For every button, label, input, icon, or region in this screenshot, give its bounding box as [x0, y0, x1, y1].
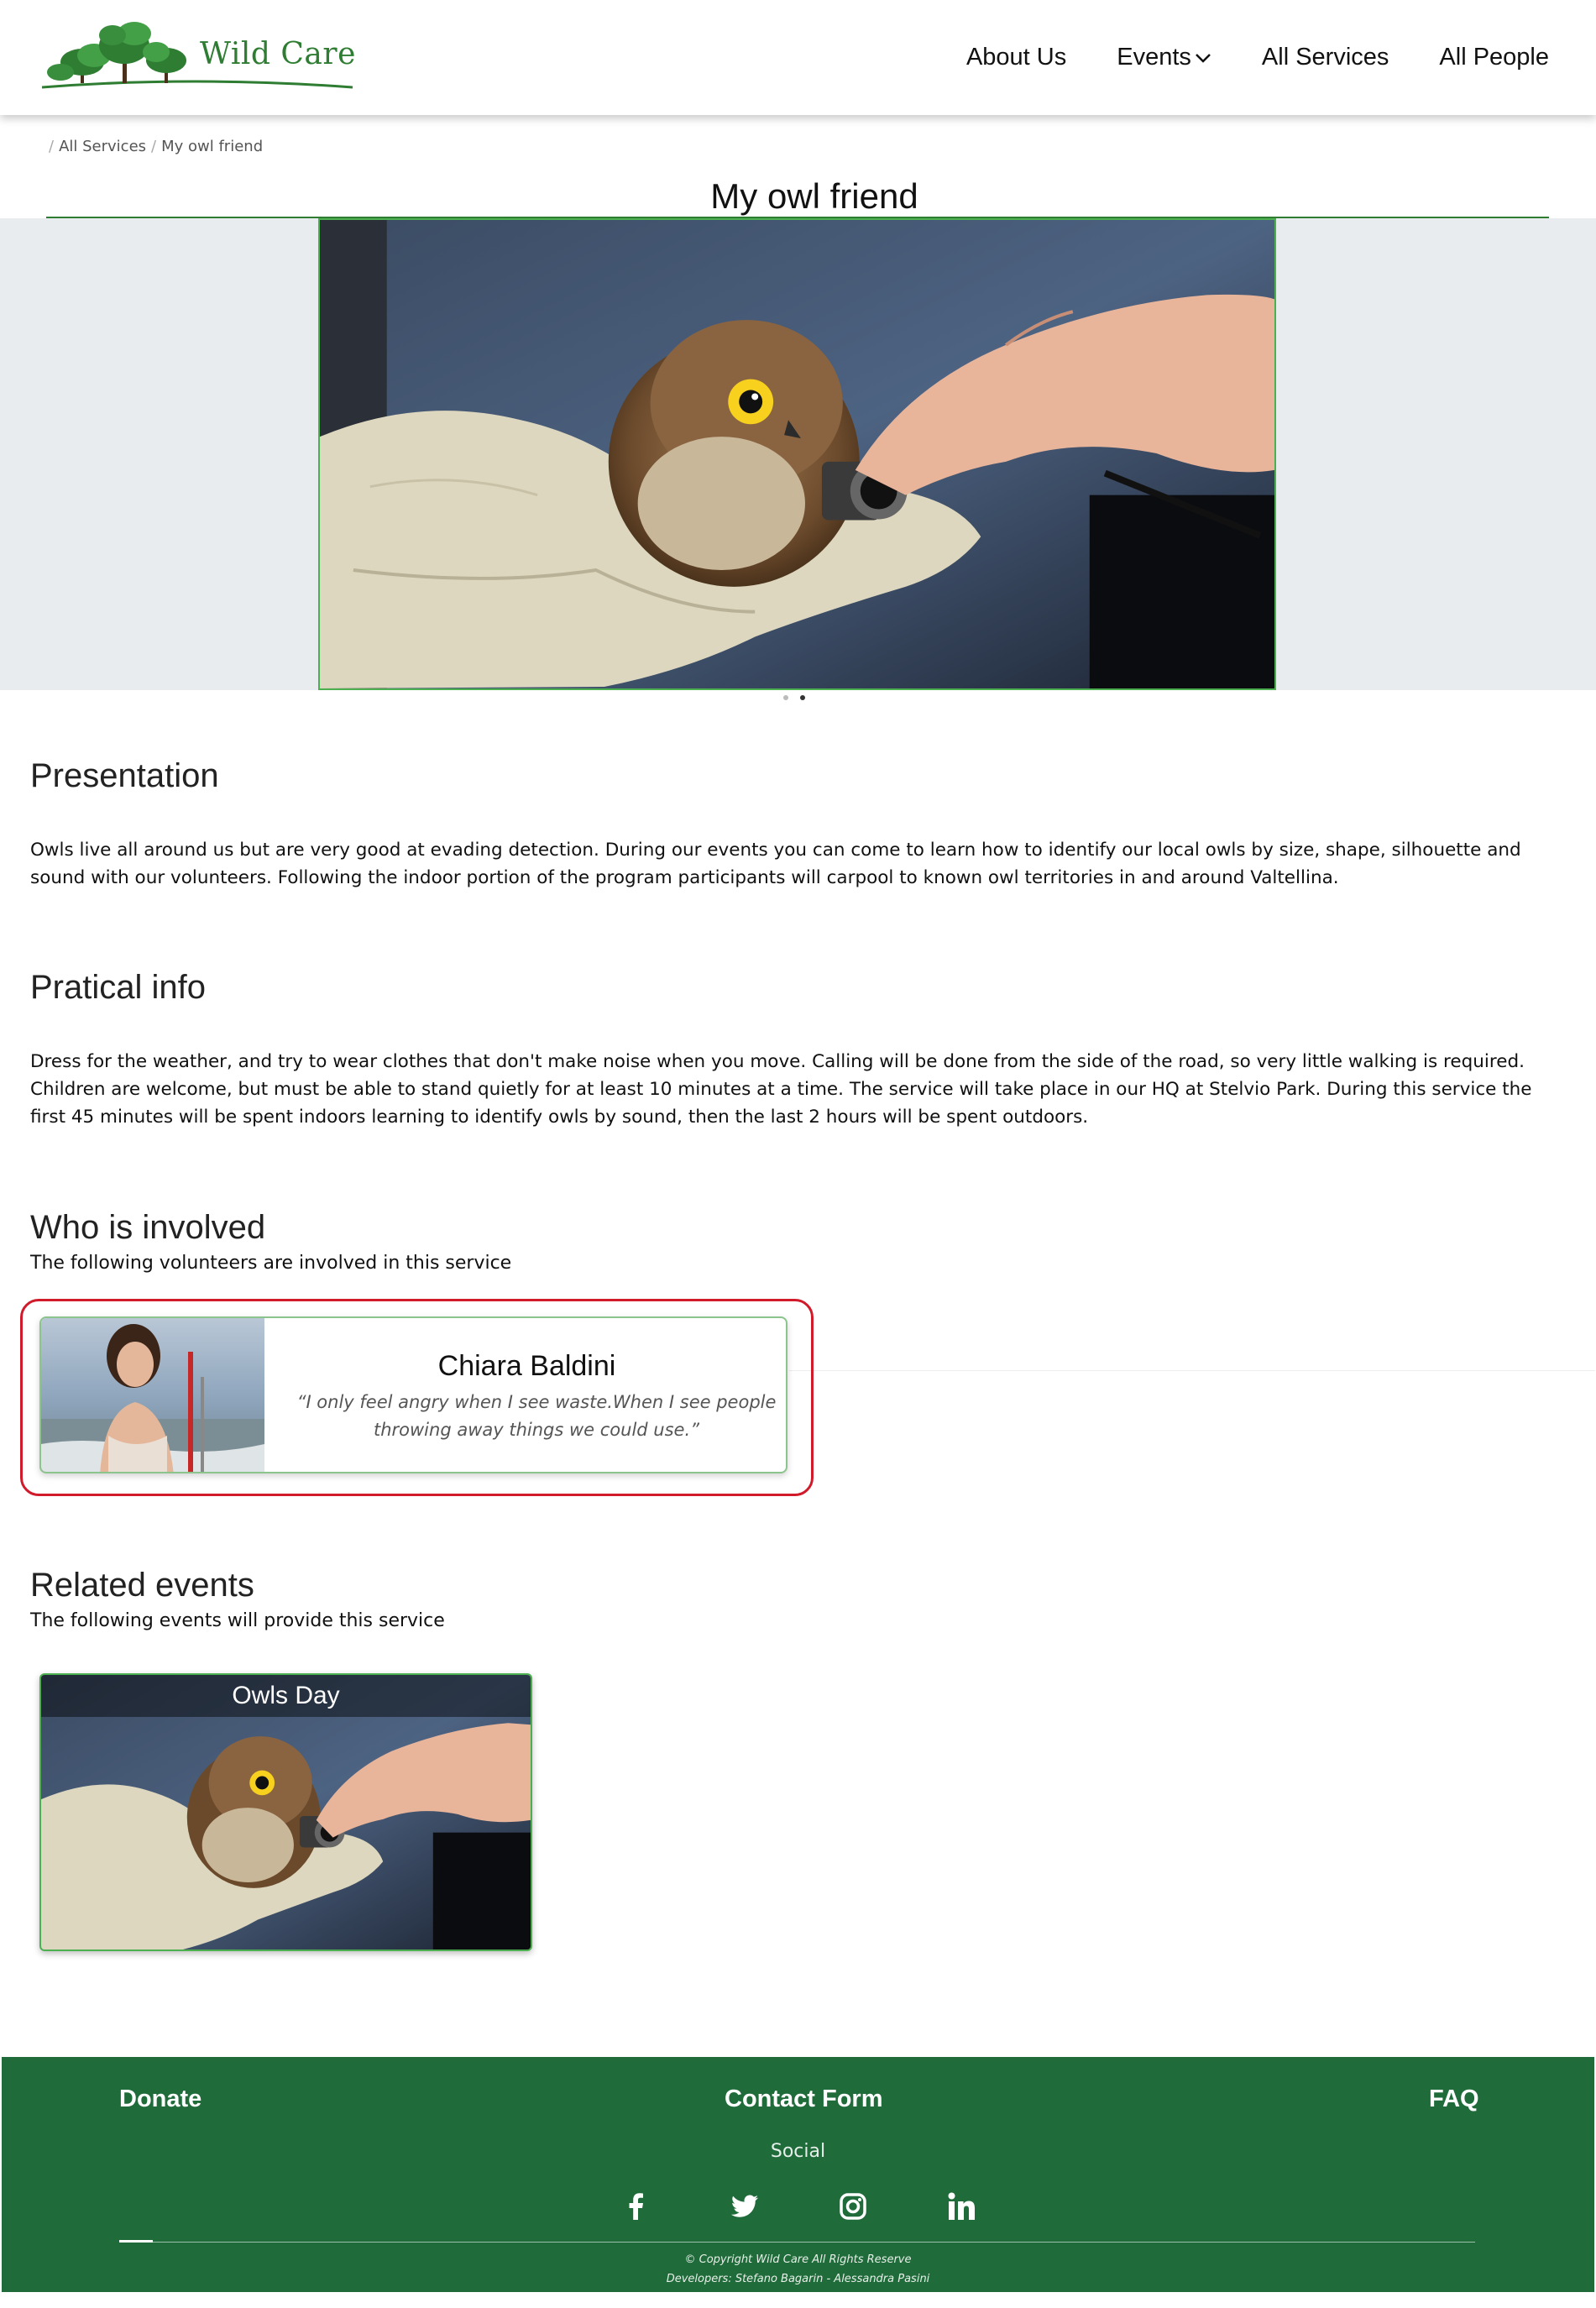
nav-about-us[interactable]: About Us	[966, 44, 1066, 71]
carousel-indicators	[783, 695, 805, 700]
related-events-title: Related events	[30, 1567, 254, 1604]
twitter-icon[interactable]	[728, 2190, 761, 2223]
linkedin-icon[interactable]	[945, 2190, 978, 2223]
breadcrumb-current: My owl friend	[161, 138, 264, 155]
facebook-icon[interactable]	[620, 2190, 653, 2223]
avatar	[41, 1318, 264, 1472]
event-title: Owls Day	[232, 1682, 340, 1709]
footer-divider	[119, 2242, 1475, 2243]
carousel-dot-1[interactable]	[783, 695, 788, 700]
main-nav: About Us Events All Services All People	[916, 44, 1549, 71]
carousel-dot-2[interactable]	[800, 695, 805, 700]
practical-info-title: Pratical info	[30, 969, 206, 1006]
footer-social-label: Social	[770, 2141, 826, 2162]
logo-text[interactable]: Wild Care	[200, 37, 356, 71]
presentation-text: Owls live all around us but are very goo…	[30, 840, 1521, 888]
nav-events-label: Events	[1117, 44, 1191, 71]
involved-subtitle: The following volunteers are involved in…	[30, 1253, 512, 1274]
site-header: Wild Care About Us Events All Services A…	[0, 0, 1596, 115]
nav-all-people[interactable]: All People	[1439, 44, 1549, 71]
event-card[interactable]: Owls Day	[39, 1673, 532, 1951]
volunteer-name: Chiara Baldini	[437, 1350, 616, 1382]
hero-owl-image[interactable]	[318, 218, 1276, 690]
footer-donate-link[interactable]: Donate	[119, 2086, 201, 2113]
site-footer: Donate Contact Form FAQ Social © Copyrig…	[2, 2057, 1594, 2292]
breadcrumb-separator: /	[151, 138, 157, 155]
nav-all-services[interactable]: All Services	[1262, 44, 1389, 71]
practical-info-text: Dress for the weather, and try to wear c…	[30, 1051, 1532, 1128]
page-title: My owl friend	[710, 176, 918, 216]
footer-faq-link[interactable]: FAQ	[1429, 2086, 1479, 2113]
volunteer-card[interactable]: Chiara Baldini “I only feel angry when I…	[39, 1316, 788, 1473]
developers-text: Developers: Stefano Bagarin - Alessandra…	[666, 2273, 930, 2285]
footer-contact-link[interactable]: Contact Form	[725, 2086, 883, 2113]
instagram-icon[interactable]	[836, 2190, 870, 2223]
volunteer-quote: “I only feel angry when I see waste.When…	[296, 1392, 777, 1440]
presentation-title: Presentation	[30, 757, 219, 794]
chevron-down-icon	[1196, 53, 1211, 63]
divider	[789, 1370, 1595, 1371]
footer-divider-accent	[119, 2240, 153, 2243]
breadcrumb: / All Services / My owl friend	[44, 138, 263, 155]
related-events-subtitle: The following events will provide this s…	[30, 1610, 445, 1631]
copyright-text: © Copyright Wild Care All Rights Reserve	[684, 2253, 912, 2266]
breadcrumb-all-services[interactable]: All Services	[59, 138, 146, 155]
involved-title: Who is involved	[30, 1209, 266, 1246]
breadcrumb-separator: /	[49, 138, 55, 155]
nav-events[interactable]: Events	[1117, 44, 1211, 71]
